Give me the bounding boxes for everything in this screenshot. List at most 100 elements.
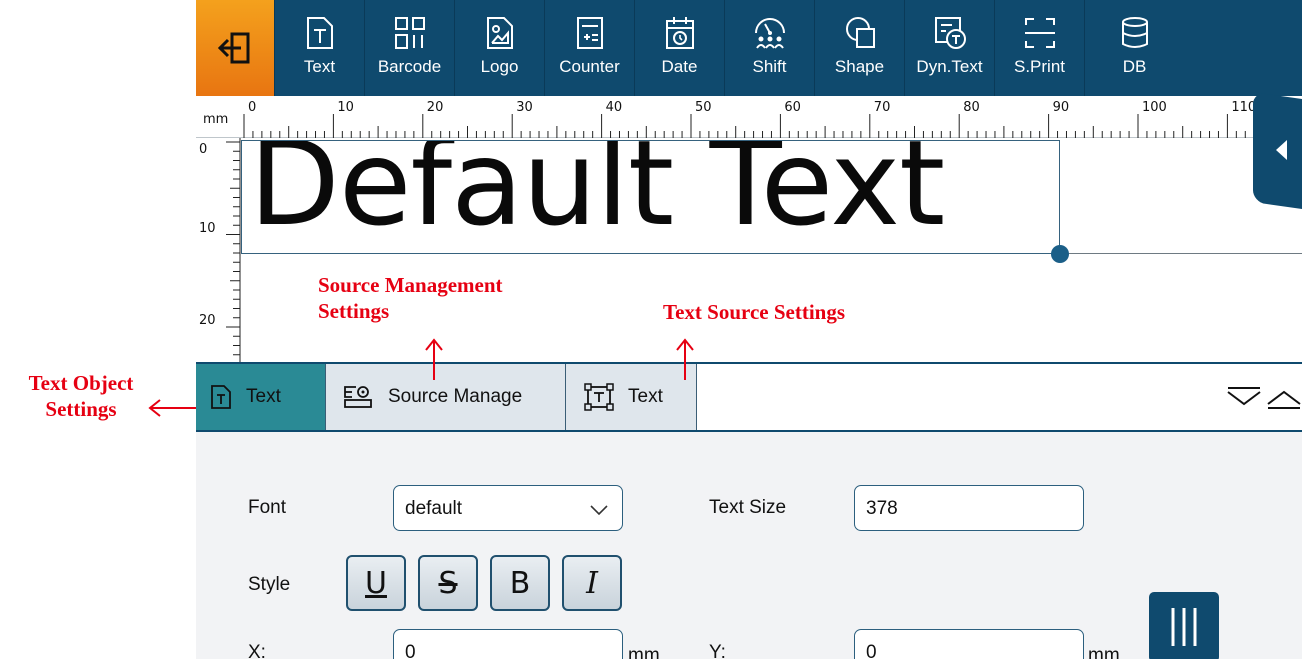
- vertical-ruler-label: 20: [199, 313, 216, 328]
- text-settings-panel: [196, 432, 1302, 659]
- annotation-arrow-left-icon: [148, 399, 198, 417]
- tool-s-print-label: S.Print: [1013, 57, 1066, 76]
- strikethrough-icon: S: [438, 565, 458, 601]
- ruler-label: 10: [337, 100, 354, 115]
- x-position-value: 0: [405, 642, 416, 659]
- ruler-label: 60: [784, 100, 801, 115]
- strikethrough-button[interactable]: S: [418, 555, 478, 611]
- annotation-text-object-label: Text Object Settings: [28, 371, 134, 421]
- collapse-down-icon[interactable]: [1226, 386, 1262, 410]
- ruler-label: 70: [873, 100, 891, 115]
- tool-logo-button[interactable]: Logo: [454, 0, 544, 96]
- vertical-ruler-label: 10: [199, 220, 216, 236]
- ruler-ticks: [243, 114, 1300, 138]
- toolbar: Text Barcode Logo Counter Date Shift Sha…: [196, 0, 1302, 96]
- tool-counter-label: Counter: [559, 57, 620, 76]
- text-object[interactable]: Default Text: [241, 140, 1060, 254]
- bold-button[interactable]: B: [490, 555, 550, 611]
- db-icon: [1121, 17, 1148, 48]
- tool-barcode-label: Barcode: [377, 57, 442, 76]
- counter-icon: [576, 17, 603, 49]
- vertical-ruler-label: 0: [199, 142, 208, 157]
- ruler-label: 80: [963, 100, 980, 115]
- source-manage-icon: [344, 386, 372, 408]
- tool-counter-button[interactable]: Counter: [544, 0, 634, 96]
- vertical-ruler-ticks: [226, 138, 241, 362]
- annotation-source-management: Source Management Settings: [318, 272, 578, 324]
- style-label: Style: [248, 574, 291, 595]
- barcode-icon: [394, 17, 425, 49]
- tab-text-object[interactable]: Text: [196, 364, 326, 430]
- bold-icon: B: [509, 565, 531, 601]
- shift-icon: [754, 18, 785, 49]
- x-position-input[interactable]: 0: [393, 629, 623, 659]
- underline-button[interactable]: U: [346, 555, 406, 611]
- tool-dyn-text-button[interactable]: Dyn.Text: [904, 0, 994, 96]
- ruler-label: 40: [605, 100, 623, 115]
- y-position-value: 0: [866, 642, 877, 659]
- resize-handle[interactable]: [1051, 245, 1069, 263]
- font-select-value: default: [405, 498, 463, 519]
- s-print-icon: [1024, 18, 1055, 48]
- y-unit: mm: [1088, 645, 1120, 659]
- vertical-ruler: 0 10 20: [196, 138, 241, 362]
- text-source-icon: [584, 383, 614, 411]
- text-object-content: Default Text: [249, 140, 945, 252]
- shape-icon: [845, 17, 875, 48]
- ruler-label: 100: [1142, 100, 1167, 115]
- expand-up-icon[interactable]: [1266, 386, 1302, 410]
- ruler-label: 90: [1052, 100, 1070, 115]
- ruler-label: 30: [516, 100, 533, 115]
- y-label: Y:: [709, 642, 726, 659]
- annotation-text-source-label: Text Source Settings: [663, 300, 846, 324]
- tool-dyn-text-label: Dyn.Text: [916, 57, 983, 76]
- text-icon: [306, 17, 333, 49]
- date-icon: [665, 17, 694, 49]
- annotation-arrow-up-icon: [425, 338, 443, 380]
- annotation-arrow-up-icon: [676, 338, 694, 380]
- tab-source-manage-label: Source Manage: [388, 386, 523, 407]
- exit-icon: [217, 32, 250, 64]
- tool-shift-button[interactable]: Shift: [724, 0, 814, 96]
- tool-date-button[interactable]: Date: [634, 0, 724, 96]
- text-size-label: Text Size: [709, 497, 787, 518]
- columns-icon: [1171, 608, 1197, 646]
- chevron-left-icon: [1276, 140, 1287, 160]
- x-label: X:: [248, 642, 266, 659]
- logo-icon: [486, 17, 513, 49]
- tool-logo-label: Logo: [480, 57, 519, 76]
- layout-grid-button[interactable]: [1149, 592, 1219, 659]
- text-size-input[interactable]: 378: [854, 485, 1084, 531]
- tool-db-button[interactable]: DB: [1084, 0, 1184, 96]
- y-position-input[interactable]: 0: [854, 629, 1084, 659]
- underline-icon: U: [365, 565, 387, 601]
- app-window: Text Barcode Logo Counter Date Shift Sha…: [196, 0, 1302, 659]
- tool-shift-label: Shift: [752, 57, 787, 76]
- annotation-text-object: Text Object Settings: [6, 370, 156, 422]
- dyn-text-icon: [934, 17, 966, 49]
- tool-shape-button[interactable]: Shape: [814, 0, 904, 96]
- text-size-value: 378: [866, 498, 898, 519]
- tool-text-button[interactable]: Text: [274, 0, 364, 96]
- annotation-text-source: Text Source Settings: [663, 299, 923, 325]
- tab-source-manage[interactable]: Source Manage: [326, 364, 566, 430]
- tab-text-object-label: Text: [246, 386, 281, 407]
- tool-barcode-button[interactable]: Barcode: [364, 0, 454, 96]
- annotation-source-management-label: Source Management Settings: [318, 273, 503, 323]
- font-select[interactable]: default: [393, 485, 623, 531]
- italic-button[interactable]: I: [562, 555, 622, 611]
- tool-db-label: DB: [1122, 57, 1147, 76]
- tool-date-label: Date: [661, 57, 698, 76]
- italic-icon: I: [586, 565, 598, 601]
- text-object-icon: [211, 385, 231, 409]
- tab-text-source-label: Text: [628, 386, 663, 407]
- screenshot-root: Text Object Settings Text Barcode Logo C…: [0, 0, 1302, 659]
- ruler-label: 0: [248, 100, 257, 115]
- tool-text-label: Text: [303, 57, 336, 76]
- design-canvas[interactable]: Default Text: [241, 138, 1302, 362]
- ruler-label: 50: [695, 100, 712, 115]
- exit-button[interactable]: [196, 0, 274, 96]
- font-label: Font: [248, 497, 287, 518]
- panel-collapse-controls: [1226, 386, 1302, 410]
- tool-s-print-button[interactable]: S.Print: [994, 0, 1084, 96]
